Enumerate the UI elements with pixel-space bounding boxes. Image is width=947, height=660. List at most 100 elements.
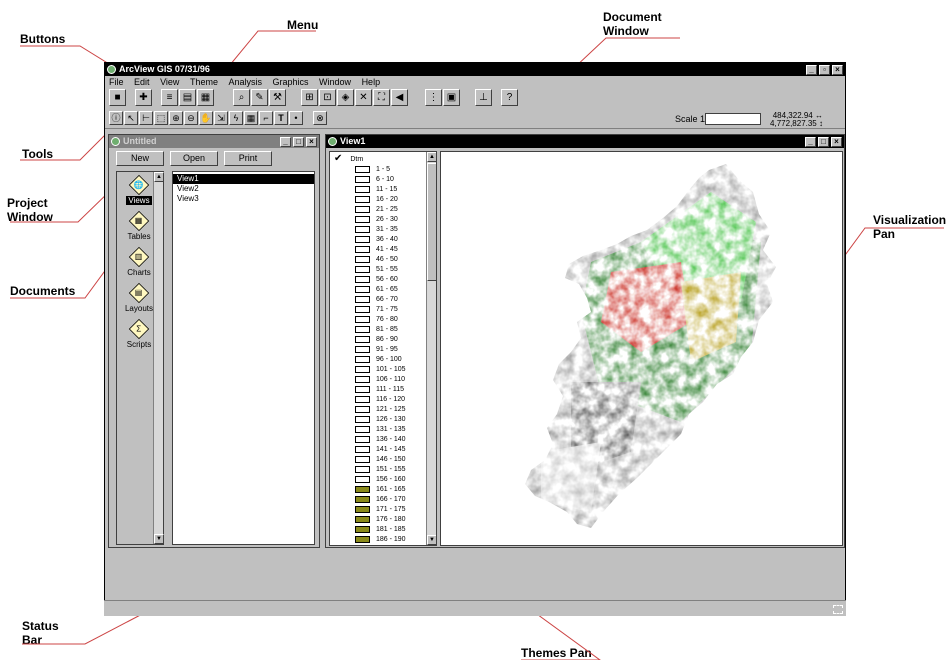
label-icon[interactable]: ⌐ xyxy=(259,111,273,125)
legend-class-label: 11 - 15 xyxy=(376,186,398,193)
text-icon[interactable]: T xyxy=(274,111,288,125)
pointer-icon[interactable]: ↖ xyxy=(124,111,138,125)
zoom-active-icon[interactable]: ⊡ xyxy=(319,89,336,106)
open-button[interactable]: Open xyxy=(170,151,218,166)
clear-selection-icon[interactable]: ⋮ xyxy=(425,89,442,106)
view-document-window: View1 _ □ × ✔ Dtm 1 - 5 6 - 10 11 - 15 16 -… xyxy=(325,134,845,548)
theme-visible-checkmark-icon[interactable]: ✔ xyxy=(334,153,342,164)
zoom-in-icon[interactable]: ✕ xyxy=(355,89,372,106)
scroll-thumb[interactable] xyxy=(427,163,436,281)
legend-color-swatch xyxy=(355,376,370,383)
callout-tools: Tools xyxy=(22,147,54,161)
measure-icon[interactable]: ⇲ xyxy=(214,111,228,125)
select-feature-icon[interactable]: ⬚ xyxy=(154,111,168,125)
legend-color-swatch xyxy=(355,306,370,313)
legend-color-swatch xyxy=(355,486,370,493)
vertex-icon[interactable]: ⊢ xyxy=(139,111,153,125)
locate-icon[interactable]: ✎ xyxy=(251,89,268,106)
draw-point-icon[interactable]: • xyxy=(289,111,303,125)
area-of-interest-icon[interactable]: ▦ xyxy=(244,111,258,125)
save-icon[interactable]: ■ xyxy=(109,89,126,106)
project-close-button[interactable]: × xyxy=(306,137,317,147)
scroll-up-icon[interactable]: ▲ xyxy=(154,172,164,182)
legend-color-swatch xyxy=(355,466,370,473)
resize-grip-icon[interactable] xyxy=(833,605,843,614)
doc-type-label: Charts xyxy=(127,268,151,277)
visualization-map-canvas[interactable] xyxy=(440,151,843,546)
app-close-button[interactable]: × xyxy=(832,65,843,75)
document-types-scrollbar[interactable]: ▲ ▼ xyxy=(153,172,164,544)
print-button[interactable]: Print xyxy=(224,151,272,166)
app-title: ArcView GIS 07/31/96 xyxy=(119,64,210,74)
zoom-selected-icon[interactable]: ◈ xyxy=(337,89,354,106)
menu-view[interactable]: View xyxy=(160,76,179,88)
layout-icon[interactable]: ⊥ xyxy=(475,89,492,106)
list-item[interactable]: View2 xyxy=(173,184,314,194)
app-restore-button[interactable]: ▫ xyxy=(819,65,830,75)
zoom-out-icon[interactable]: ⛶ xyxy=(373,89,390,106)
view-maximize-button[interactable]: □ xyxy=(818,137,829,147)
view-titlebar[interactable]: View1 _ □ × xyxy=(326,135,844,148)
theme-name: Dtm xyxy=(350,156,364,163)
legend-class-label: 146 - 150 xyxy=(376,456,406,463)
menu-edit[interactable]: Edit xyxy=(134,76,150,88)
legend-class-label: 6 - 10 xyxy=(376,176,394,183)
theme-properties-icon[interactable]: ≡ xyxy=(161,89,178,106)
view-minimize-button[interactable]: _ xyxy=(805,137,816,147)
legend-class-label: 171 - 175 xyxy=(376,506,406,513)
document-types-panel: 🌐 Views ▦ Tables ▥ Charts ▤ Layouts Σ Sc… xyxy=(116,171,164,545)
scroll-down-icon[interactable]: ▼ xyxy=(154,534,164,544)
new-button[interactable]: New xyxy=(116,151,164,166)
theme-entry[interactable]: ✔ Dtm xyxy=(334,154,363,165)
find-icon[interactable]: ⌕ xyxy=(233,89,250,106)
zoom-in-tool-icon[interactable]: ⊕ xyxy=(169,111,183,125)
view-close-button[interactable]: × xyxy=(831,137,842,147)
coordinate-y: 4,772,827.35 ↕ xyxy=(761,119,823,128)
scroll-down-icon[interactable]: ▼ xyxy=(427,535,436,545)
edit-legend-icon[interactable]: ▤ xyxy=(179,89,196,106)
project-minimize-button[interactable]: _ xyxy=(280,137,291,147)
table-icon[interactable]: ▦ xyxy=(197,89,214,106)
query-icon[interactable]: ⚒ xyxy=(269,89,286,106)
legend-class-label: 181 - 185 xyxy=(376,526,406,533)
zoom-full-icon[interactable]: ⊞ xyxy=(301,89,318,106)
menu-theme[interactable]: Theme xyxy=(190,76,218,88)
zoom-previous-icon[interactable]: ◀ xyxy=(391,89,408,106)
callout-menu: Menu xyxy=(287,18,319,32)
legend-class-label: 36 - 40 xyxy=(376,236,398,243)
legend-class-label: 41 - 45 xyxy=(376,246,398,253)
legend-color-swatch xyxy=(355,236,370,243)
legend-class-label: 26 - 30 xyxy=(376,216,398,223)
list-item[interactable]: View1 xyxy=(173,174,314,184)
callout-status-bar: Status Bar xyxy=(22,619,59,647)
menu-file[interactable]: File xyxy=(109,76,124,88)
app-titlebar: ArcView GIS 07/31/96 _ ▫ × xyxy=(105,63,845,76)
legend-color-swatch xyxy=(355,316,370,323)
select-all-icon[interactable]: ▣ xyxy=(443,89,460,106)
menu-window[interactable]: Window xyxy=(319,76,351,88)
menu-analysis[interactable]: Analysis xyxy=(228,76,262,88)
zoom-out-tool-icon[interactable]: ⊖ xyxy=(184,111,198,125)
app-minimize-button[interactable]: _ xyxy=(806,65,817,75)
add-theme-icon[interactable]: ✚ xyxy=(135,89,152,106)
menu-help[interactable]: Help xyxy=(362,76,381,88)
legend-class-label: 81 - 85 xyxy=(376,326,398,333)
layout-doc-icon: ▤ xyxy=(128,282,150,304)
legend-color-swatch xyxy=(355,176,370,183)
legend-color-swatch xyxy=(355,266,370,273)
legend-class-label: 86 - 90 xyxy=(376,336,398,343)
project-maximize-button[interactable]: □ xyxy=(293,137,304,147)
view-title: View1 xyxy=(340,136,366,146)
hotlink-icon[interactable]: ϟ xyxy=(229,111,243,125)
legend-color-swatch xyxy=(355,506,370,513)
scroll-up-icon[interactable]: ▲ xyxy=(427,152,436,162)
themes-scrollbar[interactable]: ▲ ▼ xyxy=(426,152,436,545)
scale-input[interactable] xyxy=(705,113,761,125)
identify-icon[interactable]: ⓘ xyxy=(109,111,123,125)
project-titlebar[interactable]: Untitled _ □ × xyxy=(109,135,319,148)
snap-icon[interactable]: ⊗ xyxy=(313,111,327,125)
help-icon[interactable]: ? xyxy=(501,89,518,106)
menu-graphics[interactable]: Graphics xyxy=(273,76,309,88)
list-item[interactable]: View3 xyxy=(173,194,314,204)
pan-icon[interactable]: ✋ xyxy=(199,111,213,125)
